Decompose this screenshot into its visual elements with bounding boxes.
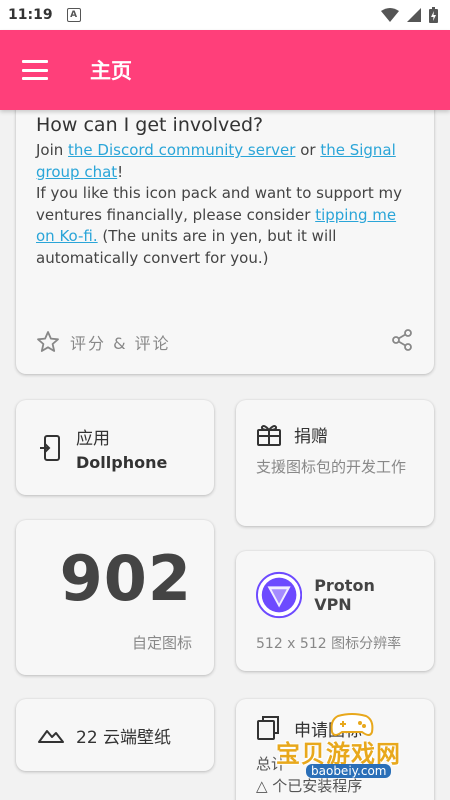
info-paragraph-2: If you like this icon pack and want to s… [36,183,414,269]
vpn-description: 512 x 512 图标分辨率 [256,636,402,652]
donate-description: 支援图标包的开发工作 [256,458,407,476]
status-icons [381,7,438,23]
info-heading: How can I get involved? [36,114,264,136]
status-time: 11:19 [8,7,53,23]
proton-vpn-icon [256,571,303,619]
watermark: 宝贝游戏网 baobeiy.com [268,712,450,800]
vpn-name: Proton VPN [314,576,375,614]
battery-icon [429,7,438,23]
icon-count: 902 [59,542,192,615]
app-card[interactable]: 应用 Dollphone [16,400,214,495]
gift-icon [257,424,281,446]
app-card-value: Dollphone [76,452,168,472]
share-icon[interactable] [390,328,414,356]
page-title: 主页 [90,59,132,83]
app-bar: 主页 [0,30,450,110]
icon-count-card[interactable]: 902 自定图标 [16,520,214,675]
icon-count-label: 自定图标 [131,634,192,652]
signal-icon [407,8,421,22]
rate-review-label: 评分 & 评论 [70,334,171,353]
star-icon [37,331,59,352]
wallpaper-label: 22 云端壁纸 [76,727,172,748]
text-span: or [295,141,321,159]
donate-title: 捐赠 [294,427,328,447]
donate-card[interactable]: 捐赠 支援图标包的开发工作 [236,400,434,526]
info-paragraph-1: Join the Discord community server or the… [36,140,414,183]
discord-link[interactable]: the Discord community server [68,141,295,159]
mountain-icon [38,730,64,743]
status-bar: 11:19 A [0,0,450,30]
open-app-icon [40,434,60,461]
info-card: How can I get involved? Join the Discord… [16,92,434,374]
text-span: ! [117,162,124,181]
proton-vpn-card[interactable]: Proton VPN 512 x 512 图标分辨率 [236,551,434,671]
wifi-icon [381,8,399,22]
watermark-url: baobeiy.com [306,764,392,778]
a-icon: A [66,8,81,22]
rate-review-button[interactable]: 评分 & 评论 [36,330,171,354]
app-card-label: 应用 [76,428,110,449]
wallpaper-card[interactable]: 22 云端壁纸 [16,699,214,771]
menu-icon[interactable] [22,60,48,80]
text-span: Join [36,141,69,159]
